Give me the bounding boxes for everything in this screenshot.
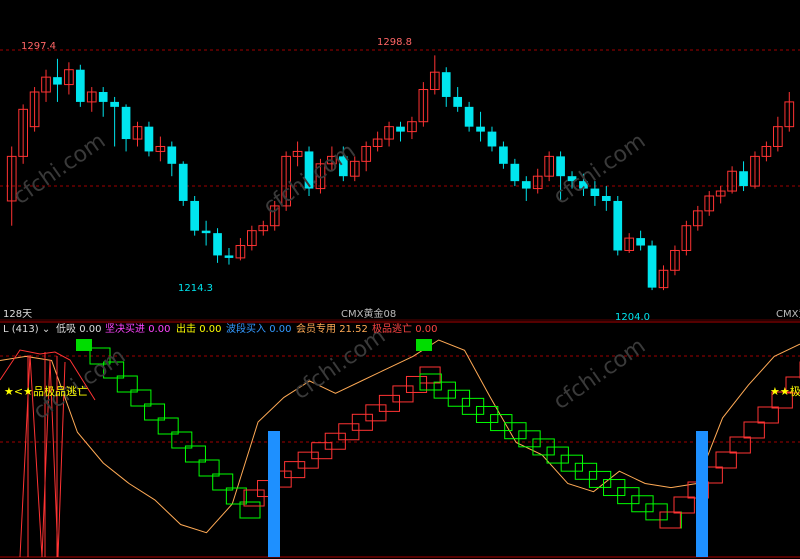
signal-square — [416, 339, 432, 351]
up-wave-box — [673, 496, 695, 514]
high-mid-label: 1298.8 — [377, 37, 412, 48]
out-label: 出击 — [176, 324, 196, 335]
candle-body — [224, 255, 234, 258]
up-wave-box — [378, 394, 400, 412]
out-value: 0.00 — [199, 324, 222, 335]
indicator-firm: 坚决买进 0.00 — [105, 324, 170, 336]
wave-value: 0.00 — [269, 324, 292, 335]
candle-body — [601, 196, 611, 201]
candle-body — [110, 101, 119, 107]
candle-body — [178, 163, 188, 201]
symbol-right-label: CMX黄 — [776, 309, 800, 320]
up-wave-box — [729, 436, 751, 454]
candle-body — [647, 245, 657, 288]
candle-body — [487, 131, 497, 147]
firm-label: 坚决买进 — [105, 324, 145, 335]
chevron-down-icon[interactable]: ⌄ — [39, 324, 50, 335]
up-wave-box — [284, 461, 306, 479]
chart-svg[interactable]: cfchi.com cfchi.com cfchi.comcfchi.com cfch… — [0, 0, 800, 559]
candle-body — [144, 126, 154, 152]
candle-body — [636, 238, 645, 246]
member-value: 21.52 — [339, 324, 368, 335]
up-wave-box — [351, 413, 373, 431]
indicator-member: 会员专用 21.52 — [296, 324, 368, 336]
up-wave-box — [297, 451, 319, 469]
wave-buy-bar — [268, 431, 280, 557]
signal-right-label: ★★极 — [770, 385, 800, 398]
wave-label: 波段买入 — [226, 324, 266, 335]
wave-buy-bar — [696, 431, 708, 557]
watermark-text: cfchi.com — [549, 334, 650, 415]
candle-body — [476, 126, 485, 132]
indicator-wave: 波段买入 0.00 — [226, 324, 291, 336]
candle-body — [510, 163, 520, 182]
indicator-name-text: L (413) — [3, 324, 39, 335]
low-value: 0.00 — [79, 324, 102, 335]
low-left-label: 1214.3 — [178, 283, 213, 294]
up-wave-box — [715, 451, 737, 469]
chart-window: cfchi.com cfchi.com cfchi.com cfchi.com cfch… — [0, 0, 800, 559]
candle-body — [190, 200, 200, 231]
candle-body — [441, 72, 451, 97]
candle-body — [556, 156, 565, 177]
candle-body — [121, 106, 131, 140]
candle-body — [464, 106, 474, 127]
up-wave-box — [311, 442, 333, 460]
symbol-mid-label: CMX黄金08 — [341, 309, 397, 320]
candle-body — [53, 77, 62, 85]
up-wave-box — [324, 432, 346, 450]
indicator-low: 低吸 0.00 — [56, 324, 101, 336]
indicator-name[interactable]: L (413) ⌄ — [3, 324, 50, 336]
signal-left-label: ★<★品极品逃亡 — [4, 385, 88, 398]
period-label: 128天 — [3, 309, 33, 320]
candle-body — [613, 200, 623, 251]
escape-label: 极品逃亡 — [372, 324, 412, 335]
up-wave-box — [243, 489, 265, 507]
low-label: 低吸 — [56, 324, 76, 335]
candle-body — [396, 126, 405, 132]
signal-square — [76, 339, 92, 351]
low-right-label: 1204.0 — [615, 312, 650, 323]
up-wave-box — [365, 404, 387, 422]
watermark-text: cfchi.com — [9, 129, 110, 210]
indicator-escape: 极品逃亡 0.00 — [372, 324, 437, 336]
firm-value: 0.00 — [148, 324, 171, 335]
escape-value: 0.00 — [415, 324, 438, 335]
candle-body — [213, 233, 222, 256]
candle-body — [201, 230, 211, 234]
up-wave-box — [392, 385, 414, 403]
watermark-text: cfchi.com — [259, 139, 360, 220]
candle-body — [499, 146, 508, 164]
candle-body — [453, 96, 463, 107]
candle-body — [739, 171, 748, 187]
up-wave-box — [743, 421, 765, 439]
up-wave-box — [419, 366, 441, 384]
candle-body — [521, 181, 531, 189]
candle-body — [98, 92, 108, 102]
member-label: 会员专用 — [296, 324, 336, 335]
candle-body — [167, 146, 177, 164]
up-wave-box — [757, 406, 779, 424]
high-left-label: 1297.4 — [21, 41, 56, 52]
indicator-out: 出击 0.00 — [176, 324, 221, 336]
candle-body — [75, 69, 85, 102]
up-wave-box — [338, 423, 360, 441]
